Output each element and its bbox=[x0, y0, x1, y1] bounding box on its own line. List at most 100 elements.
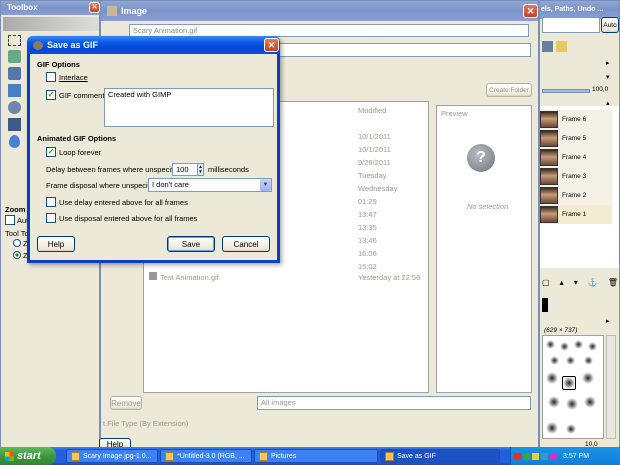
layer-thumbnail bbox=[540, 168, 558, 185]
remove-button[interactable]: Remove bbox=[110, 396, 142, 410]
layer-row[interactable]: Frame 4 bbox=[540, 148, 612, 167]
rect-select-tool-icon[interactable] bbox=[7, 35, 21, 46]
chevron-down-icon[interactable]: ▼ bbox=[260, 179, 271, 191]
opacity-value[interactable]: 100,0 bbox=[592, 86, 608, 93]
brush-preview[interactable] bbox=[546, 422, 558, 434]
gif-comment-textarea[interactable]: Created with GIMP bbox=[104, 88, 274, 127]
brush-preview[interactable] bbox=[546, 340, 555, 349]
delay-input[interactable]: 100 bbox=[172, 163, 198, 176]
clock[interactable]: 3:57 PM bbox=[563, 453, 589, 460]
zoom-auto-checkbox[interactable] bbox=[5, 215, 15, 225]
gif-comment-label[interactable]: GIF comment: bbox=[59, 91, 107, 100]
help-button[interactable]: Help bbox=[37, 236, 75, 252]
toolbox-close-button[interactable]: ✕ bbox=[89, 2, 100, 13]
layer-row[interactable]: Frame 6 bbox=[540, 110, 612, 129]
tray-icon[interactable] bbox=[550, 452, 557, 460]
taskbar-item-save-as-gif[interactable]: Save as GIF bbox=[380, 449, 500, 463]
toolbox-title: Toolbox bbox=[7, 3, 38, 12]
anchor-layer-icon[interactable]: ⚓ bbox=[588, 278, 598, 290]
image-combo[interactable] bbox=[542, 17, 600, 33]
auto-button[interactable]: Auto bbox=[601, 17, 619, 33]
create-folder-button[interactable]: Create Folder bbox=[486, 83, 532, 97]
save-dialog-close-button[interactable]: ✕ bbox=[264, 38, 279, 52]
raise-layer-icon[interactable]: ▴ bbox=[560, 278, 564, 290]
layer-thumbnail bbox=[540, 206, 558, 223]
zoom-radio-2[interactable] bbox=[13, 251, 21, 259]
layer-label: Frame 1 bbox=[562, 211, 587, 218]
save-button[interactable]: Save bbox=[167, 236, 215, 252]
panel-collapse-icon[interactable]: ▾ bbox=[606, 73, 610, 81]
brush-preview[interactable] bbox=[562, 376, 576, 390]
zoom-radio-1[interactable] bbox=[13, 239, 21, 247]
opacity-slider[interactable] bbox=[542, 89, 590, 93]
clone-tool-icon[interactable] bbox=[7, 101, 21, 114]
date-1: 10/1/2011 bbox=[358, 145, 391, 154]
start-button[interactable]: start bbox=[0, 447, 56, 465]
cancel-button[interactable]: Cancel bbox=[222, 236, 270, 252]
use-delay-checkbox[interactable] bbox=[46, 197, 56, 207]
interlace-checkbox[interactable] bbox=[46, 72, 56, 82]
use-disposal-label[interactable]: Use disposal entered above for all frame… bbox=[59, 214, 197, 223]
file-name[interactable]: Test Animation.gif bbox=[160, 273, 219, 282]
panel-menu-icon[interactable]: ▸ bbox=[606, 59, 610, 67]
brush-preview[interactable] bbox=[560, 342, 569, 351]
brush-preview[interactable] bbox=[584, 396, 596, 408]
brush-preview[interactable] bbox=[550, 356, 559, 365]
loop-forever-label[interactable]: Loop forever bbox=[59, 148, 101, 157]
interlace-label[interactable]: Interlace bbox=[59, 73, 88, 82]
image-close-button[interactable]: ✕ bbox=[523, 4, 538, 18]
brush-preview[interactable] bbox=[548, 396, 560, 408]
toolbox-titlebar[interactable]: Toolbox bbox=[1, 1, 99, 15]
gimp-task-icon bbox=[71, 451, 80, 461]
move-tool-icon[interactable] bbox=[7, 67, 21, 80]
delay-label: Delay between frames where unspecified: bbox=[46, 165, 186, 174]
brush-preview[interactable] bbox=[574, 340, 583, 349]
taskbar-item-pictures[interactable]: Pictures bbox=[254, 449, 378, 463]
brush-scrollbar[interactable] bbox=[606, 335, 616, 439]
brush-preview[interactable] bbox=[566, 398, 578, 410]
paths-icon[interactable] bbox=[542, 41, 553, 52]
layer-row-selected[interactable]: Frame 1 bbox=[540, 205, 612, 224]
taskbar-item-scary-image[interactable]: Scary Image.jpg-1.0... bbox=[66, 449, 158, 463]
lower-layer-icon[interactable]: ▾ bbox=[574, 278, 578, 290]
layer-row[interactable]: Frame 3 bbox=[540, 167, 612, 186]
brush-preview[interactable] bbox=[546, 372, 558, 384]
toolbox-banner bbox=[3, 17, 99, 31]
modified-header[interactable]: Modified bbox=[358, 106, 386, 115]
use-disposal-checkbox[interactable] bbox=[46, 213, 56, 223]
use-delay-label[interactable]: Use delay entered above for all frames bbox=[59, 198, 188, 207]
scissors-tool-icon[interactable] bbox=[7, 50, 21, 63]
brush-preview[interactable] bbox=[566, 356, 575, 365]
ink-drop-icon[interactable] bbox=[8, 135, 20, 148]
date-3: Tuesday bbox=[358, 171, 387, 180]
gif-comment-checkbox[interactable]: ✓ bbox=[46, 90, 56, 100]
layer-label: Frame 2 bbox=[562, 192, 587, 199]
layer-row[interactable]: Frame 2 bbox=[540, 186, 612, 205]
filter-combo[interactable]: All images bbox=[257, 396, 531, 410]
taskbar-item-label: Pictures bbox=[271, 452, 297, 460]
image-titlebar[interactable]: Image bbox=[101, 1, 538, 21]
layer-row[interactable]: Frame 5 bbox=[540, 129, 612, 148]
date-5: 01:29 bbox=[358, 197, 377, 206]
tray-icon[interactable] bbox=[541, 452, 548, 460]
brush-preview[interactable] bbox=[582, 372, 594, 384]
perspective-tool-icon[interactable] bbox=[7, 84, 21, 97]
brush-preview[interactable] bbox=[584, 356, 593, 365]
layer-mode-icon[interactable]: ▴ bbox=[606, 99, 610, 107]
tray-icon[interactable] bbox=[532, 452, 539, 460]
delete-layer-icon[interactable]: 🗑 bbox=[608, 278, 618, 290]
color-picker-icon[interactable] bbox=[7, 118, 21, 131]
tray-icon[interactable] bbox=[523, 452, 530, 460]
undo-icon[interactable] bbox=[556, 41, 567, 52]
loop-forever-checkbox[interactable]: ✓ bbox=[46, 147, 56, 157]
new-layer-icon[interactable]: ▢ bbox=[542, 278, 550, 290]
brush-preview[interactable] bbox=[566, 424, 576, 434]
disposal-select[interactable]: I don't care bbox=[148, 178, 272, 192]
file-type-expander[interactable]: t File Type (By Extension) bbox=[103, 419, 188, 428]
brushes-menu-icon[interactable]: ▸ bbox=[606, 317, 610, 325]
taskbar-item-untitled[interactable]: *Untitled-3.0 (RGB, ... bbox=[160, 449, 252, 463]
tray-icon[interactable] bbox=[514, 452, 521, 460]
brush-preview[interactable] bbox=[588, 342, 597, 351]
delay-spinner[interactable]: ▲ ▼ bbox=[197, 163, 204, 176]
save-dialog-titlebar[interactable]: Save as GIF bbox=[27, 36, 280, 54]
